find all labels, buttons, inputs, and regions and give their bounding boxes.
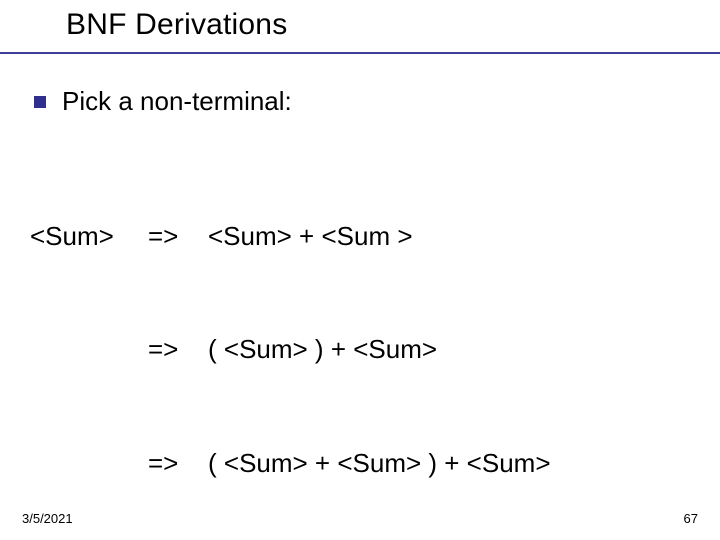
- derivation-row: => ( <Sum> ) + <Sum>: [30, 331, 690, 369]
- footer-date: 3/5/2021: [22, 511, 73, 526]
- derivation-rhs: ( <Sum> + <Sum> ) + <Sum>: [208, 445, 551, 483]
- slide-body: Pick a non-terminal: <Sum> => <Sum> + <S…: [30, 86, 690, 540]
- derivation-arrow: =>: [148, 445, 208, 483]
- derivation-rhs: <Sum> + <Sum >: [208, 218, 413, 256]
- slide: BNF Derivations Pick a non-terminal: <Su…: [0, 0, 720, 540]
- derivation-lhs: <Sum>: [30, 218, 148, 256]
- derivation-arrow: =>: [148, 331, 208, 369]
- footer-page-number: 67: [684, 511, 698, 526]
- derivation-rhs: ( <Sum> ) + <Sum>: [208, 331, 437, 369]
- derivation-block: <Sum> => <Sum> + <Sum > => ( <Sum> ) + <…: [30, 143, 690, 540]
- bullet-item: Pick a non-terminal:: [30, 86, 690, 117]
- slide-title: BNF Derivations: [66, 8, 287, 42]
- derivation-lhs-empty: [30, 331, 148, 369]
- derivation-row: <Sum> => <Sum> + <Sum >: [30, 218, 690, 256]
- derivation-arrow: =>: [148, 218, 208, 256]
- derivation-row: => ( <Sum> + <Sum> ) + <Sum>: [30, 445, 690, 483]
- bullet-square-icon: [34, 96, 46, 108]
- derivation-lhs-empty: [30, 445, 148, 483]
- bullet-text: Pick a non-terminal:: [62, 86, 292, 117]
